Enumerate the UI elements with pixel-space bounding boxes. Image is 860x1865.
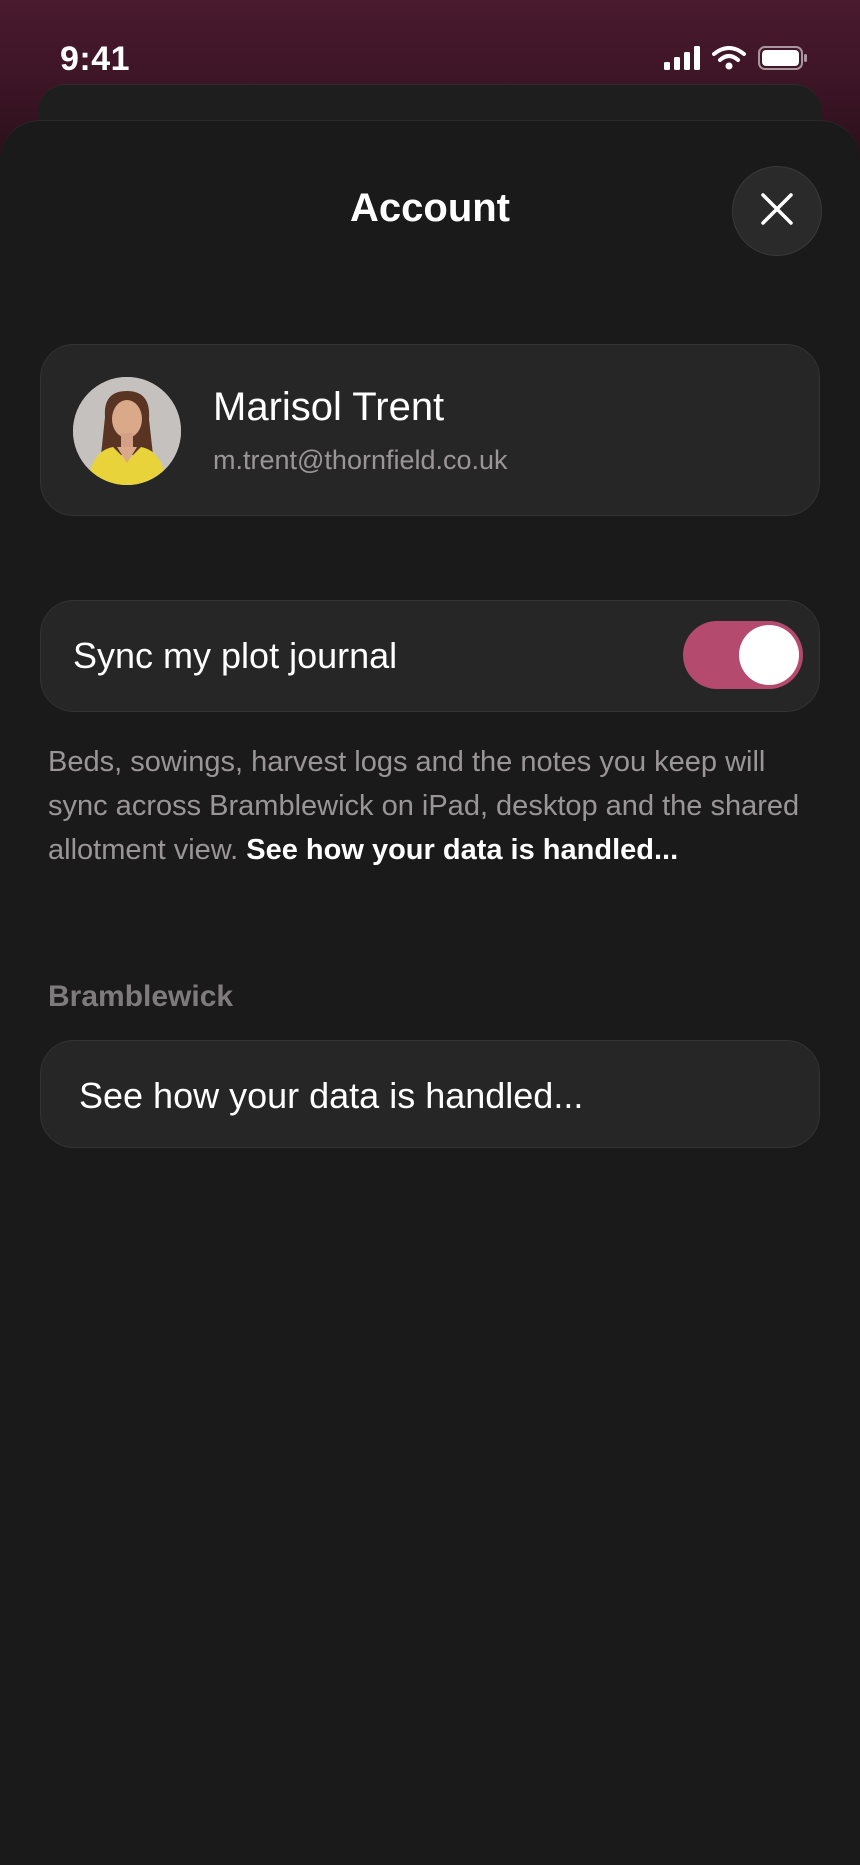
- avatar: [73, 377, 181, 485]
- profile-card[interactable]: Marisol Trent m.trent@thornfield.co.uk: [40, 344, 820, 516]
- toggle-knob: [739, 625, 799, 685]
- close-icon: [759, 191, 795, 232]
- status-bar: 9:41: [0, 0, 860, 120]
- close-button[interactable]: [732, 166, 822, 256]
- data-handling-label: See how your data is handled...: [79, 1075, 584, 1116]
- section-header: Bramblewick: [48, 980, 234, 1013]
- profile-email: m.trent@thornfield.co.uk: [213, 445, 508, 475]
- profile-name: Marisol Trent: [213, 385, 445, 429]
- cellular-signal-icon: [664, 46, 700, 75]
- status-icons: [664, 46, 808, 75]
- wifi-icon: [712, 46, 746, 75]
- sync-setting-card: Sync my plot journal: [40, 600, 820, 712]
- status-time: 9:41: [60, 40, 131, 78]
- sync-description-block: Beds, sowings, harvest logs and the note…: [48, 740, 828, 872]
- sync-toggle[interactable]: [683, 621, 803, 689]
- sync-label: Sync my plot journal: [73, 635, 398, 676]
- data-handling-row[interactable]: See how your data is handled...: [40, 1040, 820, 1148]
- data-handling-link[interactable]: See how your data is handled...: [246, 834, 678, 866]
- battery-icon: [758, 46, 808, 75]
- sheet-title: Account: [350, 186, 510, 230]
